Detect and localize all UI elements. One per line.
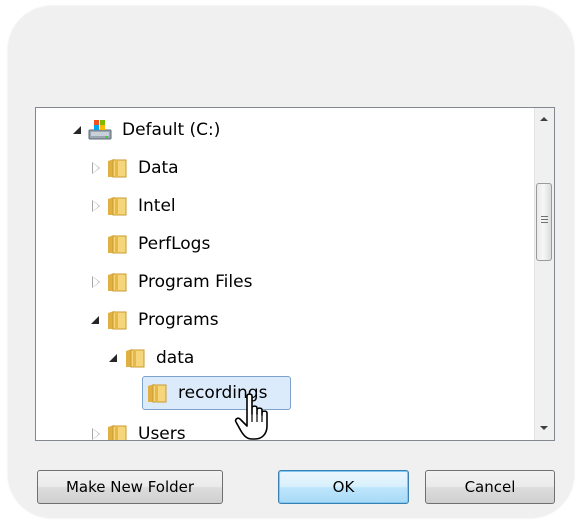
ok-button[interactable]: OK — [278, 470, 409, 504]
scroll-grip-icon — [541, 216, 548, 225]
collapse-arrow-icon[interactable] — [90, 162, 102, 174]
tree-node-label: Intel — [138, 196, 176, 216]
folder-icon — [108, 273, 127, 292]
folder-icon — [148, 384, 167, 403]
tree-node-label: Program Files — [138, 272, 253, 292]
tree-node-label: Default (C:) — [122, 120, 221, 140]
tree-node-perflogs[interactable]: PerfLogs — [90, 227, 212, 261]
scroll-up-arrow-icon[interactable] — [535, 110, 554, 130]
tree-node-label: data — [156, 348, 195, 368]
make-new-folder-button[interactable]: Make New Folder — [37, 470, 223, 504]
expand-arrow-icon[interactable] — [72, 124, 84, 136]
tree-node-data-lower[interactable]: data — [108, 341, 196, 375]
collapse-arrow-icon[interactable] — [90, 276, 102, 288]
folder-icon — [108, 235, 127, 254]
drive-icon — [88, 120, 112, 140]
scroll-thumb[interactable] — [536, 183, 552, 261]
tree-node-recordings[interactable]: recordings — [130, 376, 269, 410]
folder-icon — [108, 159, 127, 178]
collapse-arrow-icon[interactable] — [90, 428, 102, 440]
expand-arrow-icon[interactable] — [108, 352, 120, 364]
cancel-button[interactable]: Cancel — [425, 470, 555, 504]
vertical-scrollbar[interactable] — [534, 108, 554, 440]
tree-node-label: Users — [138, 424, 186, 440]
folder-icon — [108, 311, 127, 330]
tree-node-intel[interactable]: Intel — [90, 189, 178, 223]
tree-node-users[interactable]: Users — [90, 417, 188, 440]
folder-tree-content: Default (C:) Data Intel PerfLogs Program… — [36, 108, 534, 440]
folder-icon — [126, 349, 145, 368]
tree-node-programs[interactable]: Programs — [90, 303, 221, 337]
collapse-arrow-icon[interactable] — [90, 200, 102, 212]
tree-node-default-drive[interactable]: Default (C:) — [72, 113, 222, 147]
folder-icon — [108, 197, 127, 216]
expand-arrow-icon[interactable] — [90, 314, 102, 326]
tree-node-label: Programs — [138, 310, 219, 330]
tree-node-data[interactable]: Data — [90, 151, 181, 185]
tree-node-label: Data — [138, 158, 179, 178]
scroll-down-arrow-icon[interactable] — [535, 418, 554, 438]
folder-icon — [108, 425, 127, 440]
folder-tree[interactable]: Default (C:) Data Intel PerfLogs Program… — [35, 107, 555, 441]
tree-node-label: recordings — [178, 383, 268, 403]
tree-node-label: PerfLogs — [138, 234, 211, 254]
tree-node-program-files[interactable]: Program Files — [90, 265, 254, 299]
